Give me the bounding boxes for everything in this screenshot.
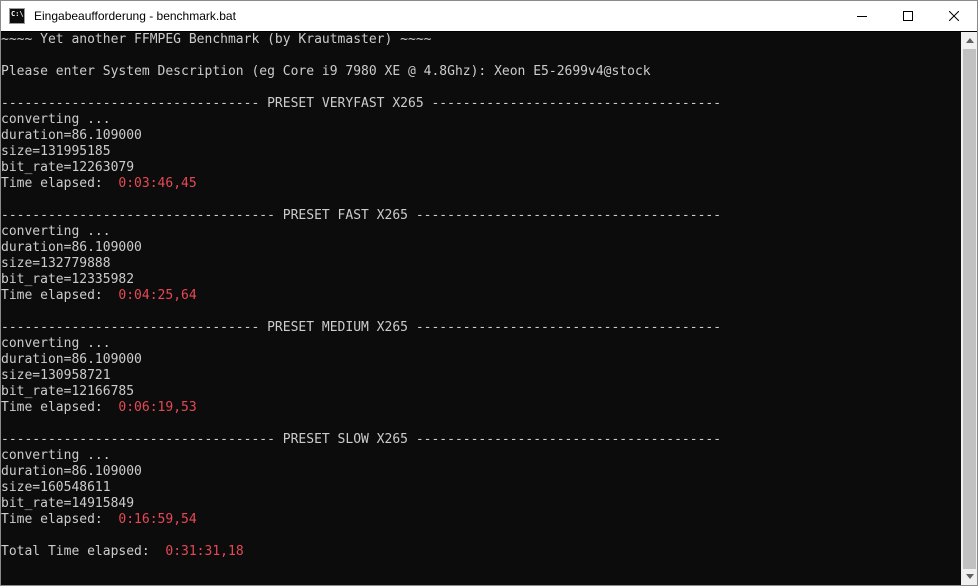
scroll-down-button[interactable]: [961, 568, 977, 585]
line-text: size=130958721: [1, 368, 111, 383]
line-text: Total Time elapsed:: [1, 544, 166, 559]
scroll-thumb[interactable]: [963, 49, 976, 569]
line-text: bit_rate=12263079: [1, 160, 135, 175]
elapsed-time-value: 0:04:25,64: [118, 288, 197, 303]
line-text: duration=86.109000: [1, 128, 142, 143]
terminal-line: converting ...: [1, 224, 961, 240]
elapsed-time-value: 0:06:19,53: [118, 400, 197, 415]
terminal-output[interactable]: ~~~~ Yet another FFMPEG Benchmark (by Kr…: [1, 32, 961, 585]
terminal-line: duration=86.109000: [1, 128, 961, 144]
title-bar[interactable]: C:\ Eingabeaufforderung - benchmark.bat: [1, 1, 977, 31]
terminal-line: duration=86.109000: [1, 352, 961, 368]
line-text: duration=86.109000: [1, 352, 142, 367]
console-window: C:\ Eingabeaufforderung - benchmark.bat: [0, 0, 978, 586]
terminal-line: ----------------------------------- PRES…: [1, 208, 961, 224]
terminal-line: Please enter System Description (eg Core…: [1, 64, 961, 80]
minimize-button[interactable]: [839, 1, 885, 31]
window-title: Eingabeaufforderung - benchmark.bat: [34, 9, 236, 23]
close-button[interactable]: [931, 1, 977, 31]
line-text: converting ...: [1, 336, 111, 351]
line-text: size=160548611: [1, 480, 111, 495]
chevron-up-icon: [965, 38, 974, 43]
line-text: ----------------------------------- PRES…: [1, 432, 722, 447]
vertical-scrollbar[interactable]: [961, 32, 977, 585]
line-text: Time elapsed:: [1, 176, 119, 191]
line-text: duration=86.109000: [1, 464, 142, 479]
cmd-icon: C:\: [9, 8, 25, 24]
line-text: --------------------------------- PRESET…: [1, 96, 722, 111]
elapsed-time-value: 0:03:46,45: [118, 176, 197, 191]
line-text: --------------------------------- PRESET…: [1, 320, 722, 335]
terminal-line: bit_rate=12263079: [1, 160, 961, 176]
terminal-line: converting ...: [1, 448, 961, 464]
close-icon: [949, 11, 959, 21]
line-text: converting ...: [1, 224, 111, 239]
terminal-line: duration=86.109000: [1, 240, 961, 256]
maximize-icon: [903, 11, 913, 21]
terminal-line: size=131995185: [1, 144, 961, 160]
terminal-line: ----------------------------------- PRES…: [1, 432, 961, 448]
terminal-line: Time elapsed: 0:16:59,54: [1, 512, 961, 528]
line-text: ~~~~ Yet another FFMPEG Benchmark (by Kr…: [1, 32, 432, 47]
maximize-button[interactable]: [885, 1, 931, 31]
cmd-icon-glyph: C:\: [11, 10, 24, 18]
terminal-line: size=130958721: [1, 368, 961, 384]
terminal-line: Total Time elapsed: 0:31:31,18: [1, 544, 961, 560]
line-text: bit_rate=12166785: [1, 384, 135, 399]
terminal-line: --------------------------------- PRESET…: [1, 96, 961, 112]
terminal-line: Time elapsed: 0:03:46,45: [1, 176, 961, 192]
terminal-line: bit_rate=12335982: [1, 272, 961, 288]
line-text: size=131995185: [1, 144, 111, 159]
line-text: converting ...: [1, 112, 111, 127]
terminal-line: converting ...: [1, 336, 961, 352]
elapsed-time-value: 0:16:59,54: [118, 512, 197, 527]
line-text: converting ...: [1, 448, 111, 463]
line-text: duration=86.109000: [1, 240, 142, 255]
terminal-line: Time elapsed: 0:04:25,64: [1, 288, 961, 304]
terminal-line: bit_rate=14915849: [1, 496, 961, 512]
line-text: ----------------------------------- PRES…: [1, 208, 722, 223]
terminal-line: bit_rate=12166785: [1, 384, 961, 400]
window-controls: [839, 1, 977, 31]
terminal-line: size=160548611: [1, 480, 961, 496]
line-text: Time elapsed:: [1, 400, 119, 415]
line-text: bit_rate=14915849: [1, 496, 135, 511]
terminal-line: duration=86.109000: [1, 464, 961, 480]
line-text: Time elapsed:: [1, 512, 119, 527]
terminal-line: --------------------------------- PRESET…: [1, 320, 961, 336]
scroll-up-button[interactable]: [961, 32, 977, 49]
terminal-line: Time elapsed: 0:06:19,53: [1, 400, 961, 416]
minimize-icon: [857, 16, 867, 17]
terminal-line: size=132779888: [1, 256, 961, 272]
line-text: bit_rate=12335982: [1, 272, 135, 287]
line-text: Please enter System Description (eg Core…: [1, 64, 651, 79]
line-text: size=132779888: [1, 256, 111, 271]
terminal-line: ~~~~ Yet another FFMPEG Benchmark (by Kr…: [1, 32, 961, 48]
elapsed-time-value: 0:31:31,18: [165, 544, 244, 559]
chevron-down-icon: [965, 574, 974, 579]
line-text: Time elapsed:: [1, 288, 119, 303]
terminal-line: converting ...: [1, 112, 961, 128]
